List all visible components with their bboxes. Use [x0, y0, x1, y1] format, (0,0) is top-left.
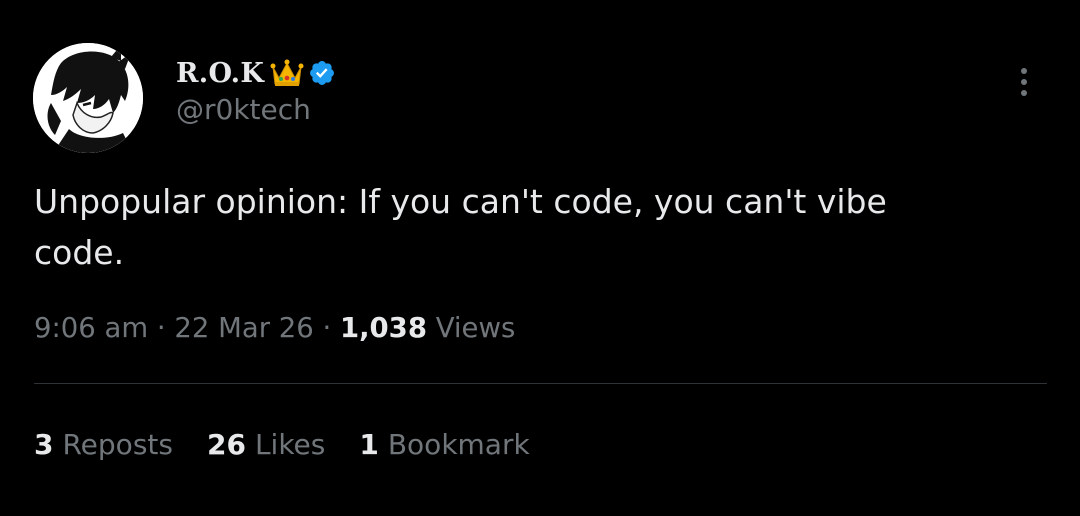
reposts-stat[interactable]: 3 Reposts [34, 428, 173, 461]
bookmarks-stat[interactable]: 1 Bookmark [359, 428, 529, 461]
meta-separator: · [313, 312, 340, 344]
author-name-row[interactable]: R.O.K [176, 55, 336, 91]
reposts-label: Reposts [62, 428, 173, 461]
more-dot [1021, 79, 1027, 85]
verified-icon[interactable] [308, 59, 336, 87]
tweet-text: Unpopular opinion: If you can't code, yo… [34, 182, 887, 272]
bookmarks-label: Bookmark [387, 428, 530, 461]
likes-count: 26 [206, 428, 246, 461]
reposts-count: 3 [34, 428, 54, 461]
engagement-stats: 3 Reposts 26 Likes 1 Bookmark [34, 428, 530, 461]
avatar-illustration [33, 43, 143, 153]
divider [34, 383, 1047, 384]
bookmarks-count: 1 [359, 428, 379, 461]
more-dot [1021, 68, 1027, 74]
more-dot [1021, 90, 1027, 96]
display-name[interactable]: R.O.K [176, 58, 264, 89]
likes-label: Likes [254, 428, 326, 461]
author-handle[interactable]: @r0ktech [176, 93, 311, 126]
tweet-time[interactable]: 9:06 am [34, 312, 148, 344]
avatar[interactable] [33, 43, 143, 153]
tweet-date[interactable]: 22 Mar 26 [174, 312, 313, 344]
meta-separator: · [148, 312, 175, 344]
crown-icon [270, 58, 304, 88]
tweet-meta: 9:06 am · 22 Mar 26 · 1,038 Views [34, 312, 515, 344]
likes-stat[interactable]: 26 Likes [207, 428, 325, 461]
views-label: Views [426, 312, 516, 344]
views-count: 1,038 [339, 312, 427, 344]
more-options-button[interactable] [1006, 60, 1042, 104]
tweet-card: R.O.K @r0ktech Unpopular opinion: If you… [0, 0, 1080, 516]
